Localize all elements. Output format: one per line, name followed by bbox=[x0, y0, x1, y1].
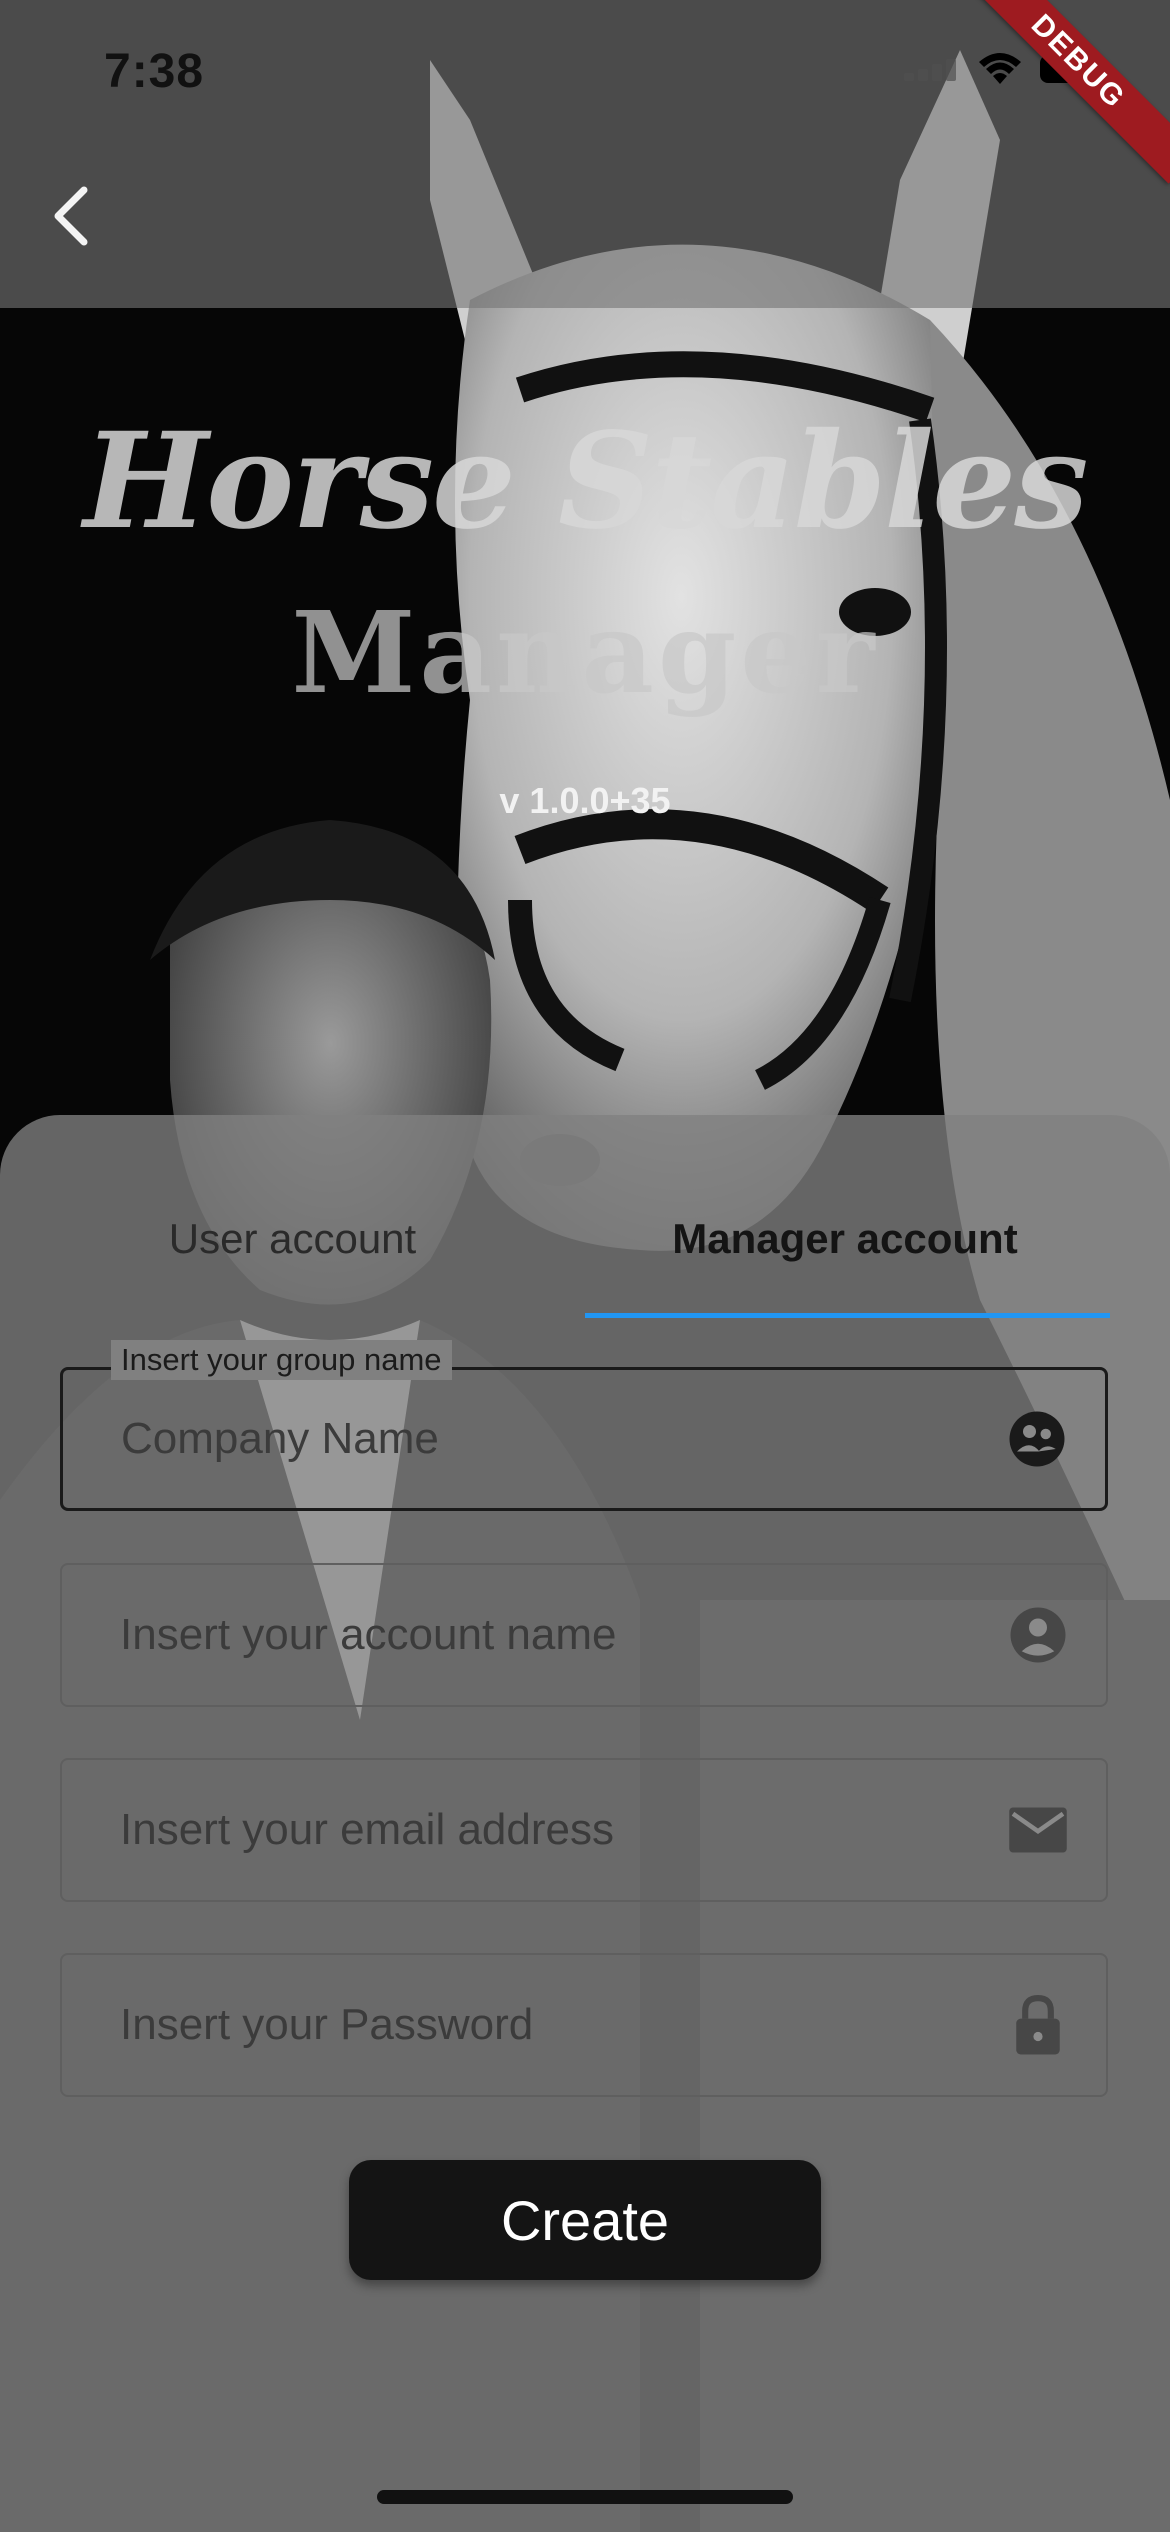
create-button[interactable]: Create bbox=[349, 2160, 821, 2280]
group-name-label: Insert your group name bbox=[111, 1340, 452, 1380]
account-type-tabs: User account Manager account bbox=[0, 1115, 1170, 1320]
app-screen: 7:38 DEBUG Horse Stables Manager v 1.0.0… bbox=[0, 0, 1170, 2532]
tab-manager-account[interactable]: Manager account bbox=[585, 1215, 1105, 1263]
status-bar: 7:38 bbox=[0, 0, 1170, 150]
tab-user-account[interactable]: User account bbox=[0, 1215, 585, 1263]
account-name-field[interactable]: Insert your account name bbox=[60, 1563, 1108, 1707]
signup-sheet: User account Manager account Insert your… bbox=[0, 1115, 1170, 2532]
app-subtitle: Manager bbox=[291, 588, 879, 719]
group-icon bbox=[1007, 1409, 1067, 1469]
account-name-placeholder: Insert your account name bbox=[120, 1610, 617, 1659]
lock-icon bbox=[1008, 1995, 1068, 2055]
group-name-placeholder: Company Name bbox=[121, 1414, 439, 1463]
mail-icon bbox=[1008, 1800, 1068, 1860]
version-label: v 1.0.0+35 bbox=[499, 780, 671, 821]
back-button[interactable] bbox=[34, 180, 106, 252]
cellular-signal-icon bbox=[904, 57, 960, 81]
wifi-icon bbox=[979, 53, 1021, 84]
email-placeholder: Insert your email address bbox=[120, 1805, 614, 1854]
email-field[interactable]: Insert your email address bbox=[60, 1758, 1108, 1902]
password-placeholder: Insert your Password bbox=[120, 2000, 534, 2049]
password-field[interactable]: Insert your Password bbox=[60, 1953, 1108, 2097]
app-title: Horse Stables bbox=[83, 404, 1088, 559]
chevron-left-icon bbox=[54, 186, 88, 246]
home-indicator bbox=[377, 2490, 793, 2504]
tab-indicator bbox=[585, 1313, 1110, 1318]
group-name-field[interactable]: Insert your group name Company Name bbox=[60, 1340, 1108, 1511]
status-time: 7:38 bbox=[104, 45, 205, 98]
account-circle-icon bbox=[1008, 1605, 1068, 1665]
